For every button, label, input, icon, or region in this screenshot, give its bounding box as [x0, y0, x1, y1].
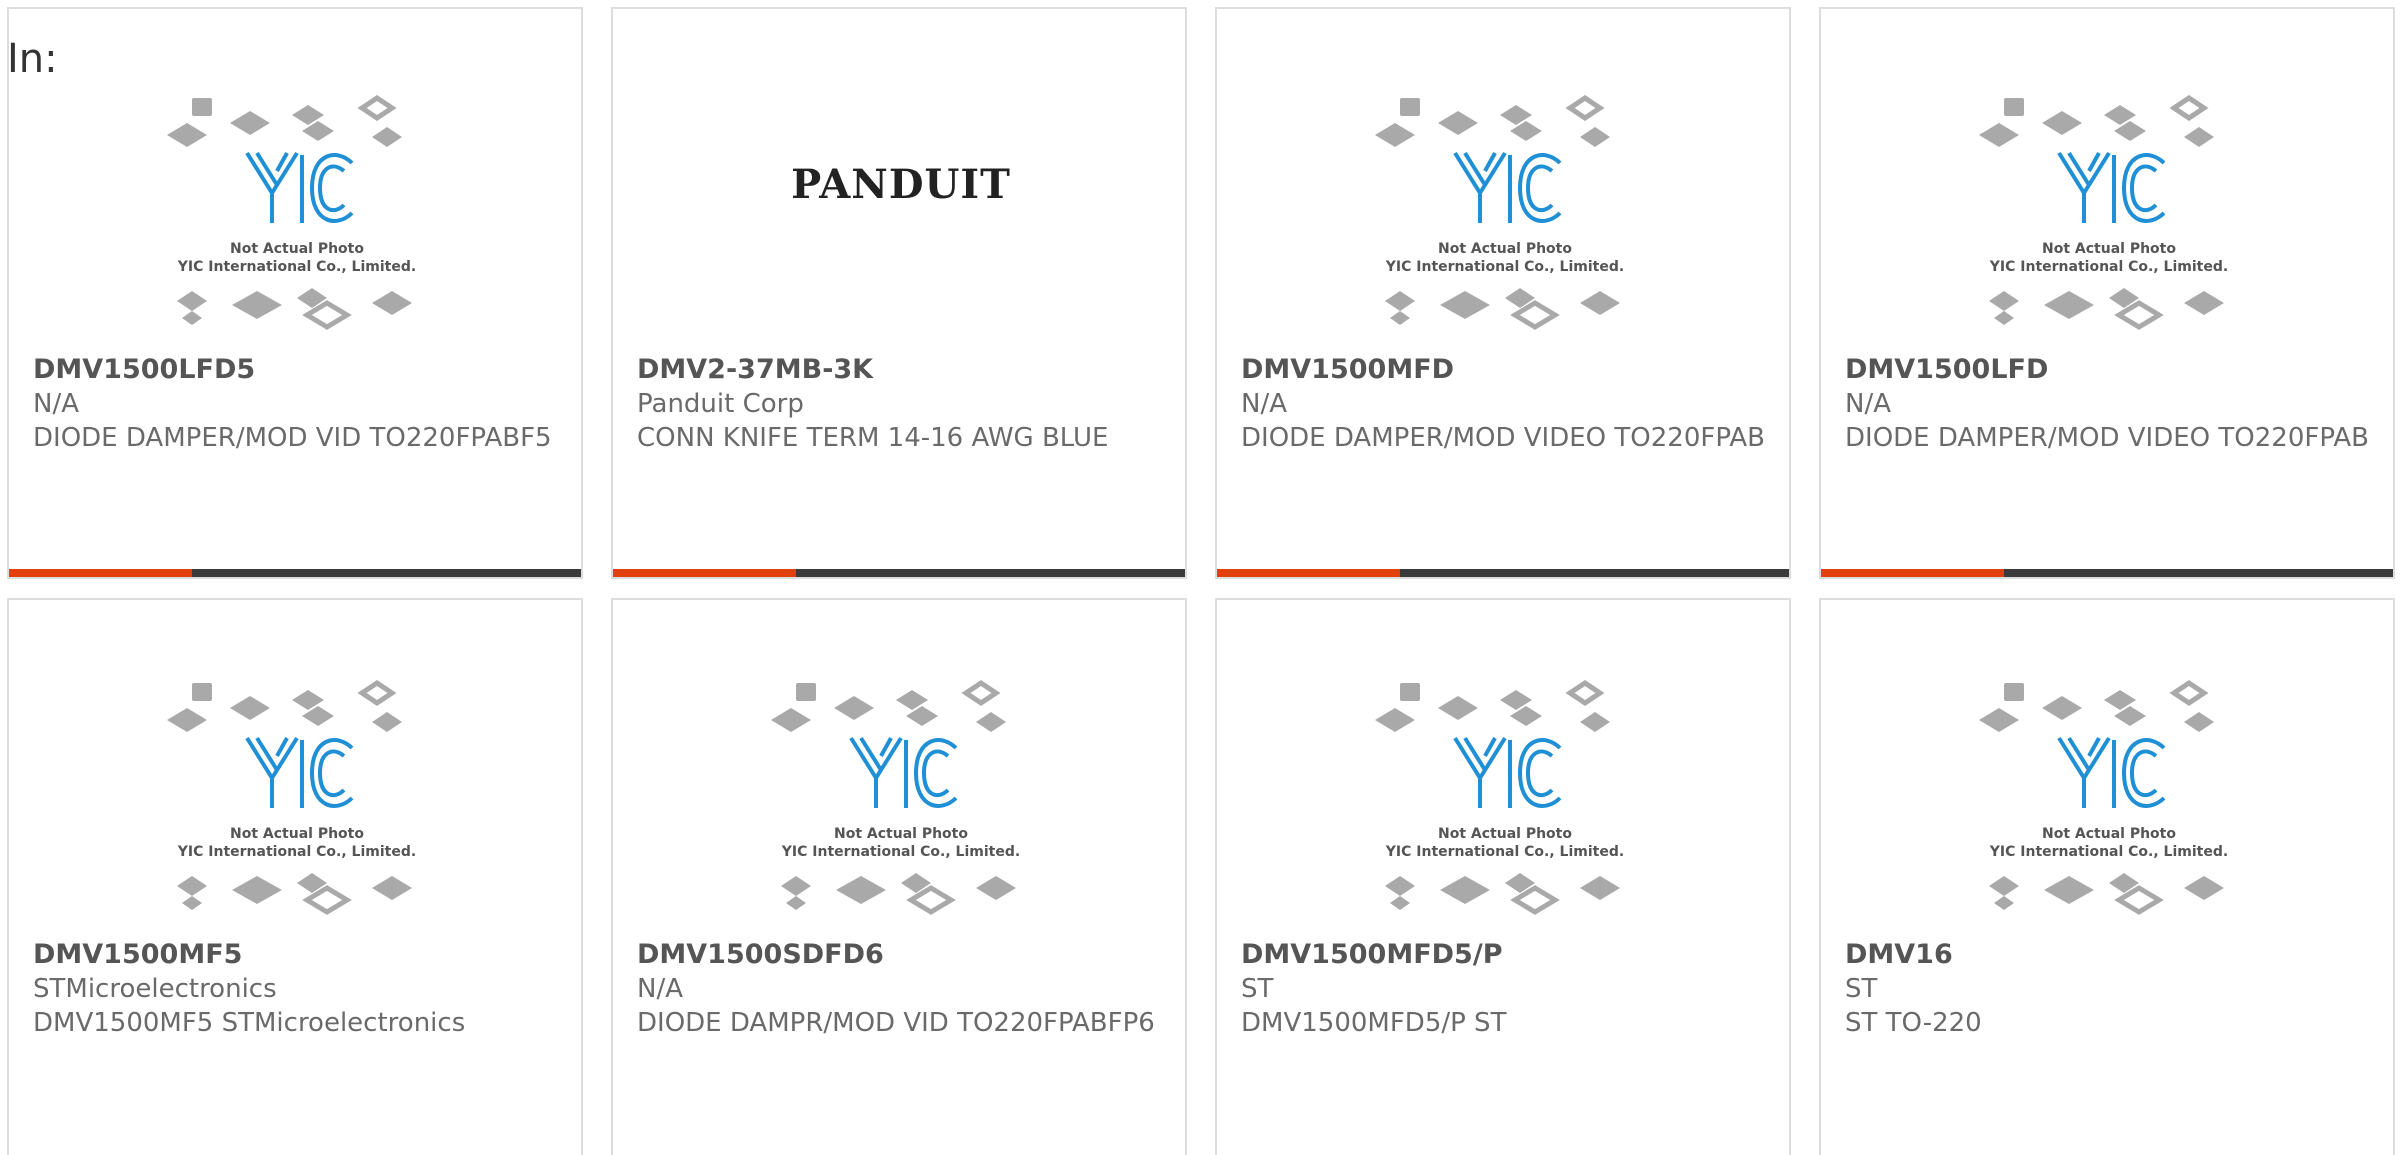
- part-number-link[interactable]: DMV1500LFD: [1845, 353, 2373, 387]
- product-card[interactable]: Not Actual Photo YIC International Co., …: [1819, 598, 2395, 1155]
- progress-bar-fill: [613, 569, 797, 577]
- svg-text:Not Actual Photo: Not Actual Photo: [834, 826, 968, 842]
- svg-text:YIC International Co., Limited: YIC International Co., Limited.: [1385, 259, 1624, 275]
- part-number-link[interactable]: DMV1500LFD5: [33, 353, 561, 387]
- in-heading: In:: [7, 36, 58, 82]
- progress-bar-fill: [1217, 569, 1401, 577]
- svg-text:YIC International Co., Limited: YIC International Co., Limited.: [177, 259, 416, 275]
- product-card[interactable]: Not Actual Photo YIC International Co., …: [1819, 7, 2395, 579]
- product-info: DMV1500LFD N/A DIODE DAMPER/MOD VIDEO TO…: [1845, 353, 2373, 455]
- product-info: DMV1500SDFD6 N/A DIODE DAMPR/MOD VID TO2…: [637, 938, 1165, 1040]
- part-number-link[interactable]: DMV2-37MB-3K: [637, 353, 1165, 387]
- part-number-link[interactable]: DMV16: [1845, 938, 2373, 972]
- product-info: DMV1500MFD N/A DIODE DAMPER/MOD VIDEO TO…: [1241, 353, 1769, 455]
- product-card[interactable]: Not Actual Photo YIC International Co., …: [1215, 7, 1791, 579]
- product-info: DMV16 ST ST TO-220: [1845, 938, 2373, 1040]
- part-number-link[interactable]: DMV1500SDFD6: [637, 938, 1165, 972]
- description-label: DIODE DAMPR/MOD VID TO220FPABFP6: [637, 1008, 1155, 1038]
- product-info: DMV2-37MB-3K Panduit Corp CONN KNIFE TER…: [637, 353, 1165, 455]
- manufacturer-label: STMicroelectronics: [33, 974, 277, 1004]
- panduit-logo: PANDUIT: [613, 161, 1185, 209]
- part-number-link[interactable]: DMV1500MFD: [1241, 353, 1769, 387]
- manufacturer-label: N/A: [1241, 389, 1287, 419]
- svg-text:Not Actual Photo: Not Actual Photo: [2042, 241, 2176, 257]
- product-card[interactable]: Not Actual Photo YIC International Co., …: [7, 598, 583, 1155]
- placeholder-photo-icon: Not Actual Photo YIC International Co., …: [1821, 678, 2393, 924]
- product-card[interactable]: Not Actual Photo YIC International Co., …: [7, 7, 583, 579]
- product-card[interactable]: Not Actual Photo YIC International Co., …: [1215, 598, 1791, 1155]
- progress-bar-track: [192, 569, 581, 577]
- svg-text:Not Actual Photo: Not Actual Photo: [1438, 241, 1572, 257]
- progress-bar-fill: [9, 569, 193, 577]
- product-grid-page: In: Not Actual Photo YIC International C…: [0, 0, 2400, 1155]
- placeholder-photo-icon: Not Actual Photo YIC International Co., …: [9, 678, 581, 924]
- description-label: ST TO-220: [1845, 1008, 1982, 1038]
- manufacturer-label: N/A: [33, 389, 79, 419]
- product-card[interactable]: PANDUIT DMV2-37MB-3K Panduit Corp CONN K…: [611, 7, 1187, 579]
- progress-bar-track: [1400, 569, 1789, 577]
- svg-text:Not Actual Photo: Not Actual Photo: [1438, 826, 1572, 842]
- manufacturer-label: N/A: [1845, 389, 1891, 419]
- progress-bar: [1217, 569, 1789, 577]
- svg-text:YIC International Co., Limited: YIC International Co., Limited.: [1989, 844, 2228, 860]
- description-label: DIODE DAMPER/MOD VIDEO TO220FPAB: [1241, 423, 1765, 453]
- svg-text:Not Actual Photo: Not Actual Photo: [2042, 826, 2176, 842]
- svg-text:YIC International Co., Limited: YIC International Co., Limited.: [177, 844, 416, 860]
- svg-text:YIC International Co., Limited: YIC International Co., Limited.: [781, 844, 1020, 860]
- svg-text:PANDUIT: PANDUIT: [791, 161, 1011, 205]
- svg-text:YIC International Co., Limited: YIC International Co., Limited.: [1385, 844, 1624, 860]
- description-label: DIODE DAMPER/MOD VIDEO TO220FPAB: [1845, 423, 2369, 453]
- part-number-link[interactable]: DMV1500MFD5/P: [1241, 938, 1769, 972]
- svg-text:YIC International Co., Limited: YIC International Co., Limited.: [1989, 259, 2228, 275]
- manufacturer-label: N/A: [637, 974, 683, 1004]
- description-label: DIODE DAMPER/MOD VID TO220FPABF5: [33, 423, 552, 453]
- progress-bar: [613, 569, 1185, 577]
- progress-bar: [1821, 569, 2393, 577]
- placeholder-photo-icon: Not Actual Photo YIC International Co., …: [613, 678, 1185, 924]
- product-info: DMV1500LFD5 N/A DIODE DAMPER/MOD VID TO2…: [33, 353, 561, 455]
- progress-bar: [9, 569, 581, 577]
- description-label: CONN KNIFE TERM 14-16 AWG BLUE: [637, 423, 1109, 453]
- progress-bar-track: [796, 569, 1185, 577]
- manufacturer-label: ST: [1845, 974, 1878, 1004]
- placeholder-photo-icon: Not Actual Photo YIC International Co., …: [9, 93, 581, 339]
- placeholder-photo-icon: Not Actual Photo YIC International Co., …: [1217, 93, 1789, 339]
- manufacturer-label: ST: [1241, 974, 1274, 1004]
- description-label: DMV1500MF5 STMicroelectronics: [33, 1008, 466, 1038]
- part-number-link[interactable]: DMV1500MF5: [33, 938, 561, 972]
- progress-bar-track: [2004, 569, 2393, 577]
- manufacturer-label: Panduit Corp: [637, 389, 804, 419]
- progress-bar-fill: [1821, 569, 2005, 577]
- svg-text:Not Actual Photo: Not Actual Photo: [230, 241, 364, 257]
- product-info: DMV1500MFD5/P ST DMV1500MFD5/P ST: [1241, 938, 1769, 1040]
- placeholder-photo-icon: Not Actual Photo YIC International Co., …: [1217, 678, 1789, 924]
- description-label: DMV1500MFD5/P ST: [1241, 1008, 1507, 1038]
- placeholder-photo-icon: Not Actual Photo YIC International Co., …: [1821, 93, 2393, 339]
- product-info: DMV1500MF5 STMicroelectronics DMV1500MF5…: [33, 938, 561, 1040]
- svg-text:Not Actual Photo: Not Actual Photo: [230, 826, 364, 842]
- product-card[interactable]: Not Actual Photo YIC International Co., …: [611, 598, 1187, 1155]
